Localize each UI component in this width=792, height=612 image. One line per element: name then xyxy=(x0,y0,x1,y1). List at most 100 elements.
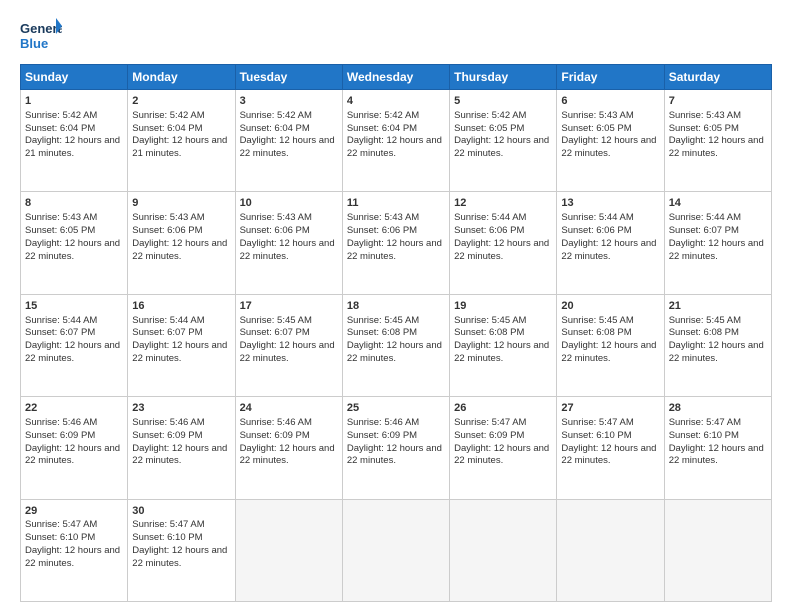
day-number: 27 xyxy=(561,401,659,416)
day-number: 10 xyxy=(240,196,338,211)
calendar-cell: 3Sunrise: 5:42 AMSunset: 6:04 PMDaylight… xyxy=(235,90,342,192)
day-info: Sunrise: 5:47 AMSunset: 6:10 PMDaylight:… xyxy=(669,417,764,466)
calendar-cell: 12Sunrise: 5:44 AMSunset: 6:06 PMDayligh… xyxy=(450,192,557,294)
calendar-cell: 8Sunrise: 5:43 AMSunset: 6:05 PMDaylight… xyxy=(21,192,128,294)
calendar-cell: 9Sunrise: 5:43 AMSunset: 6:06 PMDaylight… xyxy=(128,192,235,294)
day-number: 23 xyxy=(132,401,230,416)
day-info: Sunrise: 5:45 AMSunset: 6:08 PMDaylight:… xyxy=(669,315,764,364)
day-number: 8 xyxy=(25,196,123,211)
day-info: Sunrise: 5:45 AMSunset: 6:08 PMDaylight:… xyxy=(347,315,442,364)
calendar-cell xyxy=(450,499,557,601)
header: General Blue xyxy=(20,16,772,54)
day-number: 17 xyxy=(240,299,338,314)
svg-text:General: General xyxy=(20,21,62,36)
day-info: Sunrise: 5:43 AMSunset: 6:06 PMDaylight:… xyxy=(132,212,227,261)
calendar-cell xyxy=(235,499,342,601)
header-saturday: Saturday xyxy=(664,65,771,90)
day-info: Sunrise: 5:43 AMSunset: 6:05 PMDaylight:… xyxy=(669,110,764,159)
calendar-cell: 20Sunrise: 5:45 AMSunset: 6:08 PMDayligh… xyxy=(557,294,664,396)
day-number: 24 xyxy=(240,401,338,416)
day-number: 16 xyxy=(132,299,230,314)
day-number: 25 xyxy=(347,401,445,416)
day-info: Sunrise: 5:45 AMSunset: 6:08 PMDaylight:… xyxy=(561,315,656,364)
day-info: Sunrise: 5:44 AMSunset: 6:07 PMDaylight:… xyxy=(25,315,120,364)
header-thursday: Thursday xyxy=(450,65,557,90)
day-number: 15 xyxy=(25,299,123,314)
calendar-cell xyxy=(557,499,664,601)
calendar-cell: 25Sunrise: 5:46 AMSunset: 6:09 PMDayligh… xyxy=(342,397,449,499)
day-number: 18 xyxy=(347,299,445,314)
day-number: 7 xyxy=(669,94,767,109)
calendar-cell: 7Sunrise: 5:43 AMSunset: 6:05 PMDaylight… xyxy=(664,90,771,192)
day-info: Sunrise: 5:43 AMSunset: 6:05 PMDaylight:… xyxy=(25,212,120,261)
calendar-cell: 4Sunrise: 5:42 AMSunset: 6:04 PMDaylight… xyxy=(342,90,449,192)
day-number: 21 xyxy=(669,299,767,314)
day-number: 1 xyxy=(25,94,123,109)
day-info: Sunrise: 5:47 AMSunset: 6:10 PMDaylight:… xyxy=(132,519,227,568)
calendar-cell xyxy=(664,499,771,601)
calendar-cell: 16Sunrise: 5:44 AMSunset: 6:07 PMDayligh… xyxy=(128,294,235,396)
day-info: Sunrise: 5:42 AMSunset: 6:04 PMDaylight:… xyxy=(347,110,442,159)
day-info: Sunrise: 5:44 AMSunset: 6:06 PMDaylight:… xyxy=(454,212,549,261)
day-number: 28 xyxy=(669,401,767,416)
header-friday: Friday xyxy=(557,65,664,90)
day-number: 4 xyxy=(347,94,445,109)
day-info: Sunrise: 5:43 AMSunset: 6:06 PMDaylight:… xyxy=(240,212,335,261)
calendar-cell: 13Sunrise: 5:44 AMSunset: 6:06 PMDayligh… xyxy=(557,192,664,294)
header-tuesday: Tuesday xyxy=(235,65,342,90)
day-info: Sunrise: 5:43 AMSunset: 6:05 PMDaylight:… xyxy=(561,110,656,159)
page: General Blue Sunday Monday Tuesday Wedne… xyxy=(0,0,792,612)
header-wednesday: Wednesday xyxy=(342,65,449,90)
calendar-cell: 30Sunrise: 5:47 AMSunset: 6:10 PMDayligh… xyxy=(128,499,235,601)
day-info: Sunrise: 5:47 AMSunset: 6:10 PMDaylight:… xyxy=(561,417,656,466)
day-number: 29 xyxy=(25,504,123,519)
day-info: Sunrise: 5:46 AMSunset: 6:09 PMDaylight:… xyxy=(132,417,227,466)
calendar-cell: 24Sunrise: 5:46 AMSunset: 6:09 PMDayligh… xyxy=(235,397,342,499)
calendar-cell: 10Sunrise: 5:43 AMSunset: 6:06 PMDayligh… xyxy=(235,192,342,294)
day-info: Sunrise: 5:46 AMSunset: 6:09 PMDaylight:… xyxy=(347,417,442,466)
day-info: Sunrise: 5:45 AMSunset: 6:08 PMDaylight:… xyxy=(454,315,549,364)
calendar-cell: 28Sunrise: 5:47 AMSunset: 6:10 PMDayligh… xyxy=(664,397,771,499)
day-info: Sunrise: 5:42 AMSunset: 6:04 PMDaylight:… xyxy=(132,110,227,159)
calendar-cell: 2Sunrise: 5:42 AMSunset: 6:04 PMDaylight… xyxy=(128,90,235,192)
calendar-cell xyxy=(342,499,449,601)
calendar-cell: 1Sunrise: 5:42 AMSunset: 6:04 PMDaylight… xyxy=(21,90,128,192)
day-info: Sunrise: 5:47 AMSunset: 6:10 PMDaylight:… xyxy=(25,519,120,568)
svg-text:Blue: Blue xyxy=(20,36,48,51)
calendar-cell: 6Sunrise: 5:43 AMSunset: 6:05 PMDaylight… xyxy=(557,90,664,192)
day-info: Sunrise: 5:45 AMSunset: 6:07 PMDaylight:… xyxy=(240,315,335,364)
calendar-cell: 11Sunrise: 5:43 AMSunset: 6:06 PMDayligh… xyxy=(342,192,449,294)
header-monday: Monday xyxy=(128,65,235,90)
logo-container: General Blue xyxy=(20,16,62,54)
day-number: 19 xyxy=(454,299,552,314)
logo: General Blue xyxy=(20,16,62,54)
calendar-cell: 5Sunrise: 5:42 AMSunset: 6:05 PMDaylight… xyxy=(450,90,557,192)
calendar-table: Sunday Monday Tuesday Wednesday Thursday… xyxy=(20,64,772,602)
calendar-cell: 21Sunrise: 5:45 AMSunset: 6:08 PMDayligh… xyxy=(664,294,771,396)
day-info: Sunrise: 5:44 AMSunset: 6:06 PMDaylight:… xyxy=(561,212,656,261)
calendar-cell: 27Sunrise: 5:47 AMSunset: 6:10 PMDayligh… xyxy=(557,397,664,499)
day-info: Sunrise: 5:44 AMSunset: 6:07 PMDaylight:… xyxy=(669,212,764,261)
calendar-cell: 18Sunrise: 5:45 AMSunset: 6:08 PMDayligh… xyxy=(342,294,449,396)
day-number: 22 xyxy=(25,401,123,416)
day-info: Sunrise: 5:46 AMSunset: 6:09 PMDaylight:… xyxy=(25,417,120,466)
header-sunday: Sunday xyxy=(21,65,128,90)
day-number: 5 xyxy=(454,94,552,109)
calendar-cell: 19Sunrise: 5:45 AMSunset: 6:08 PMDayligh… xyxy=(450,294,557,396)
day-info: Sunrise: 5:42 AMSunset: 6:04 PMDaylight:… xyxy=(25,110,120,159)
day-number: 12 xyxy=(454,196,552,211)
day-info: Sunrise: 5:42 AMSunset: 6:05 PMDaylight:… xyxy=(454,110,549,159)
day-number: 14 xyxy=(669,196,767,211)
day-number: 20 xyxy=(561,299,659,314)
logo-svg: General Blue xyxy=(20,16,62,54)
day-number: 9 xyxy=(132,196,230,211)
day-number: 3 xyxy=(240,94,338,109)
day-number: 2 xyxy=(132,94,230,109)
day-number: 30 xyxy=(132,504,230,519)
day-info: Sunrise: 5:46 AMSunset: 6:09 PMDaylight:… xyxy=(240,417,335,466)
day-number: 26 xyxy=(454,401,552,416)
calendar-cell: 17Sunrise: 5:45 AMSunset: 6:07 PMDayligh… xyxy=(235,294,342,396)
day-info: Sunrise: 5:43 AMSunset: 6:06 PMDaylight:… xyxy=(347,212,442,261)
calendar-cell: 14Sunrise: 5:44 AMSunset: 6:07 PMDayligh… xyxy=(664,192,771,294)
day-info: Sunrise: 5:44 AMSunset: 6:07 PMDaylight:… xyxy=(132,315,227,364)
